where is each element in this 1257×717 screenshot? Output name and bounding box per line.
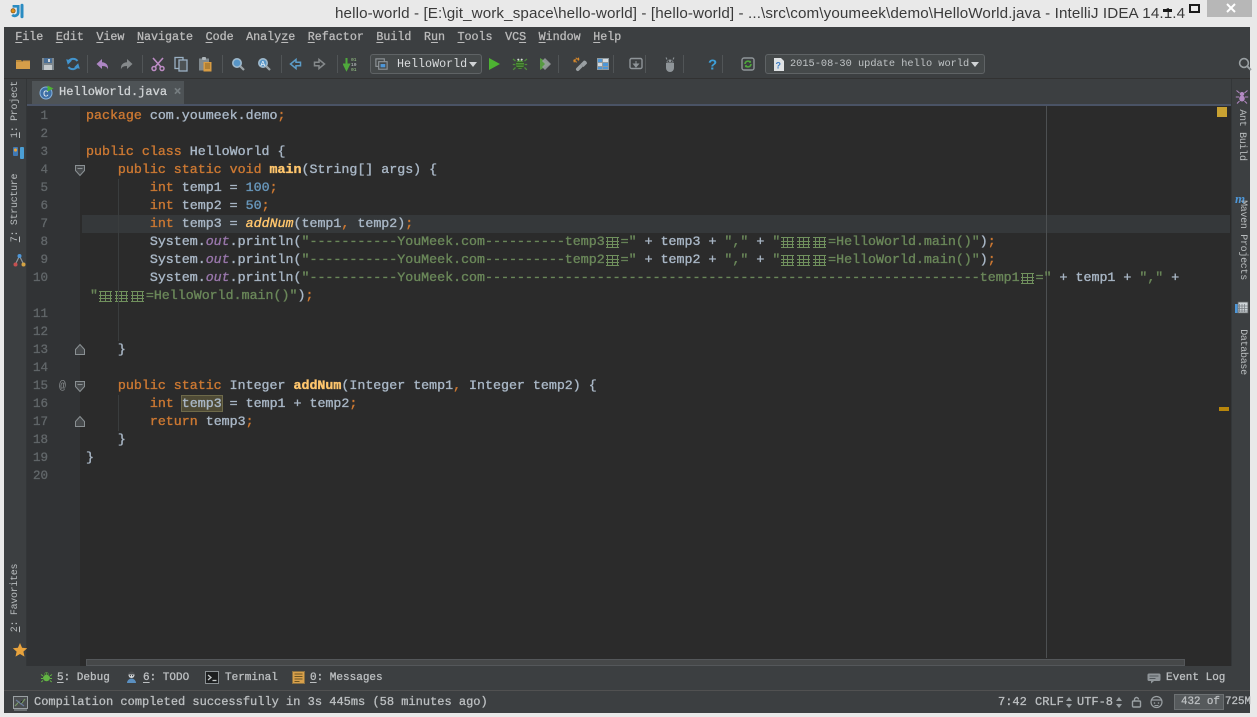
svg-text:?: ? (708, 57, 717, 73)
svg-text:01: 01 (351, 67, 357, 72)
svg-text:?: ? (776, 61, 782, 71)
svg-text:A: A (261, 61, 266, 68)
